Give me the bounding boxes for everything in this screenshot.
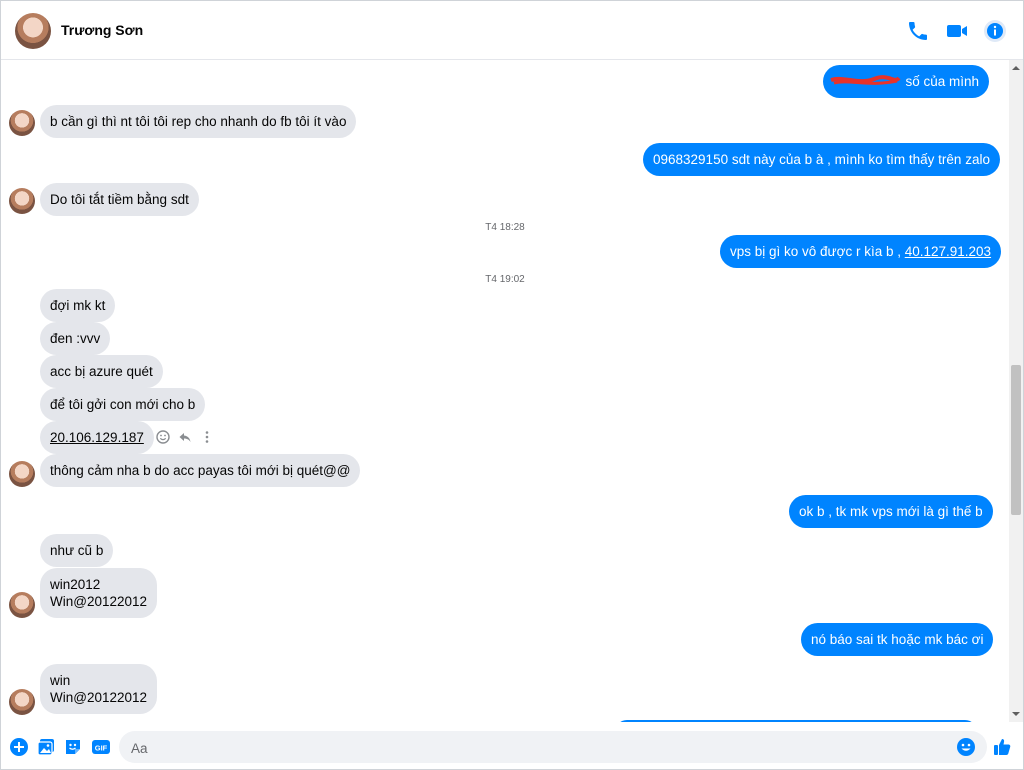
- like-icon[interactable]: [992, 737, 1012, 757]
- message-text: vps bị gì ko vô được r kìa b ,: [730, 244, 905, 259]
- message-bubble-incoming[interactable]: acc bị azure quét: [40, 355, 163, 388]
- sticker-icon[interactable]: [63, 737, 83, 757]
- avatar[interactable]: [9, 188, 35, 214]
- contact-name[interactable]: Trương Sơn: [61, 22, 143, 38]
- message-line: Win@20122012: [50, 594, 148, 609]
- avatar[interactable]: [9, 110, 35, 136]
- message-line: Win@20122012: [50, 690, 148, 705]
- message-text: b cần gì thì nt tôi tôi rep cho nhanh do…: [50, 114, 347, 129]
- timestamp: T4 19:02: [485, 274, 525, 285]
- avatar[interactable]: [9, 689, 35, 715]
- message-text: nó báo sai tk hoặc mk bác ơi: [811, 632, 984, 647]
- message-bubble-outgoing[interactable]: 0968329150 sdt này của b à , mình ko tìm…: [643, 143, 1000, 176]
- scroll-thumb[interactable]: [1011, 365, 1021, 515]
- avatar[interactable]: [9, 592, 35, 618]
- message-text: như cũ b: [50, 543, 104, 558]
- message-bubble-incoming[interactable]: win Win@20122012: [40, 664, 158, 714]
- message-bubble-incoming[interactable]: như cũ b: [40, 534, 114, 567]
- scrollbar[interactable]: [1009, 60, 1023, 722]
- phone-icon[interactable]: [906, 19, 930, 43]
- message-bubble-incoming[interactable]: đợi mk kt: [40, 289, 116, 322]
- reply-icon[interactable]: [177, 429, 193, 445]
- message-actions: [155, 429, 215, 445]
- message-bubble-incoming[interactable]: để tôi gởi con mới cho b: [40, 388, 206, 421]
- message-bubble-incoming[interactable]: đen :vvv: [40, 322, 111, 355]
- composer: GIF: [1, 723, 1023, 769]
- message-bubble-incoming[interactable]: 20.106.129.187: [40, 421, 154, 454]
- scroll-up-arrow[interactable]: [1012, 64, 1020, 72]
- scroll-down-arrow[interactable]: [1012, 710, 1020, 718]
- message-bubble-outgoing[interactable]: vps bị gì ko vô được r kìa b , 40.127.91…: [720, 235, 1002, 268]
- message-text: số của mình: [905, 74, 979, 89]
- message-bubble-incoming[interactable]: Do tôi tắt tiềm bằng sdt: [40, 183, 199, 216]
- message-bubble-outgoing[interactable]: nó báo sai tk hoặc mk bác ơi: [801, 623, 994, 656]
- message-text: để tôi gởi con mới cho b: [50, 397, 196, 412]
- message-bubble-incoming[interactable]: win2012 Win@20122012: [40, 568, 158, 618]
- avatar[interactable]: [9, 461, 35, 487]
- more-icon[interactable]: [199, 429, 215, 445]
- message-line: win2012: [50, 577, 101, 592]
- image-icon[interactable]: [36, 737, 56, 757]
- emoji-icon[interactable]: [956, 737, 976, 757]
- message-link[interactable]: 20.106.129.187: [50, 430, 144, 445]
- message-text: thông cảm nha b do acc payas tôi mới bị …: [50, 463, 351, 478]
- message-text: đợi mk kt: [50, 298, 106, 313]
- timestamp: T4 18:28: [485, 222, 525, 233]
- message-text: acc bị azure quét: [50, 364, 153, 379]
- chat-window: Trương Sơn số của mình b cần gì thì nt t…: [0, 0, 1024, 770]
- message-text: 0968329150 sdt này của b à , mình ko tìm…: [653, 152, 990, 167]
- video-icon[interactable]: [945, 19, 969, 43]
- chat-header: Trương Sơn: [1, 1, 1023, 60]
- message-bubble-outgoing[interactable]: ok b , tk mk vps mới là gì thế b: [789, 495, 993, 528]
- react-icon[interactable]: [155, 429, 171, 445]
- info-icon[interactable]: [983, 19, 1007, 43]
- message-input[interactable]: [129, 738, 953, 758]
- gif-label: GIF: [95, 744, 108, 753]
- redaction-scribble: [830, 75, 901, 85]
- message-text: đen :vvv: [50, 331, 101, 346]
- gif-icon[interactable]: GIF: [91, 737, 111, 757]
- plus-icon[interactable]: [9, 737, 29, 757]
- message-bubble-incoming[interactable]: thông cảm nha b do acc payas tôi mới bị …: [40, 454, 361, 487]
- message-bubble-outgoing-partial[interactable]: [615, 720, 977, 722]
- contact-avatar[interactable]: [15, 13, 51, 49]
- message-input-wrapper: [119, 731, 987, 763]
- message-link[interactable]: 40.127.91.203: [905, 244, 991, 259]
- message-text: ok b , tk mk vps mới là gì thế b: [799, 504, 983, 519]
- message-list[interactable]: số của mình b cần gì thì nt tôi tôi rep …: [1, 60, 1009, 722]
- message-text: Do tôi tắt tiềm bằng sdt: [50, 192, 189, 207]
- message-line: win: [50, 673, 71, 688]
- message-bubble-incoming[interactable]: b cần gì thì nt tôi tôi rep cho nhanh do…: [40, 105, 357, 138]
